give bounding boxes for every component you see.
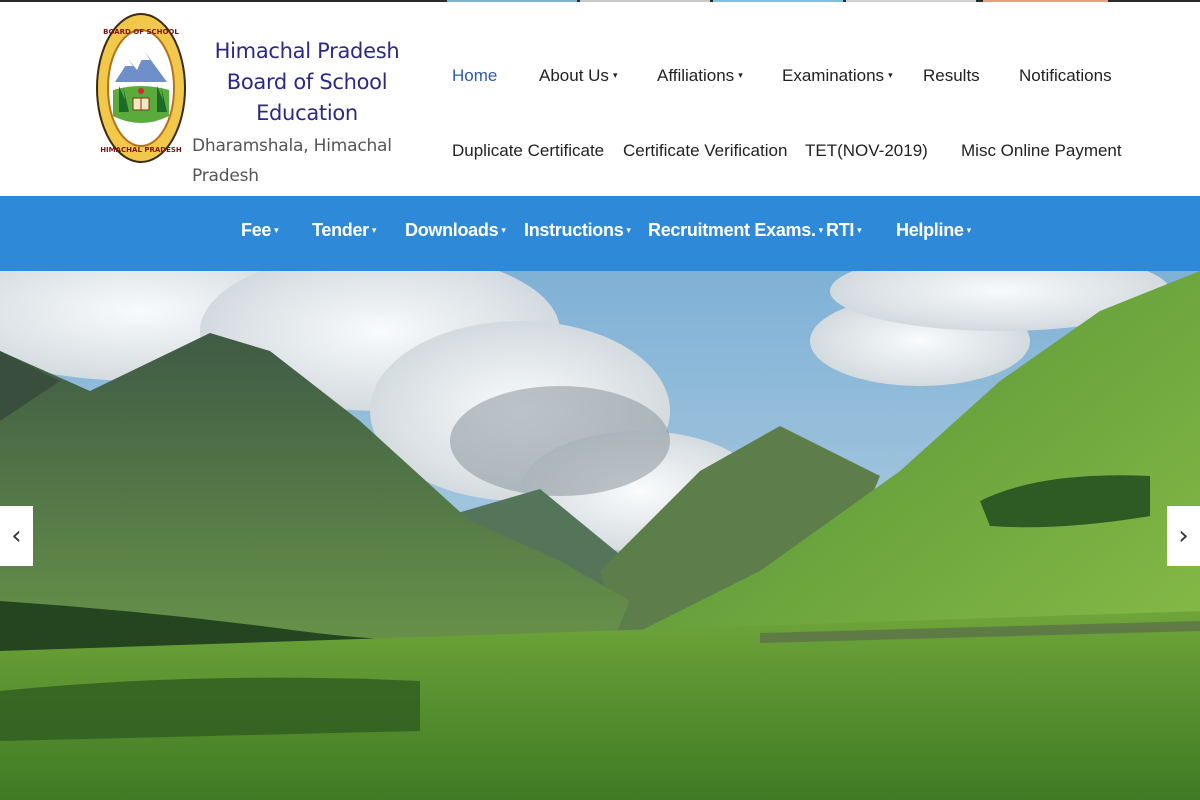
nav-duplicate-certificate[interactable]: Duplicate Certificate bbox=[452, 141, 604, 161]
brand-location: Dharamshala, Himachal Pradesh bbox=[192, 136, 392, 186]
nav-notifications-label: Notifications bbox=[1019, 66, 1112, 85]
chevron-left-icon: ‹ bbox=[11, 521, 22, 551]
slider-next-button[interactable]: › bbox=[1167, 506, 1200, 566]
hero-slider: ‹ › bbox=[0, 271, 1200, 800]
nav-results[interactable]: Results bbox=[923, 66, 980, 86]
menu-recruitment-exams-label: Recruitment Exams. bbox=[648, 220, 816, 240]
menu-fee[interactable]: Fee ▾ bbox=[241, 220, 279, 241]
nav-affiliations-label: Affiliations bbox=[657, 66, 735, 85]
svg-text:HIMACHAL PRADESH: HIMACHAL PRADESH bbox=[100, 146, 182, 154]
caret-down-icon: ▾ bbox=[612, 70, 618, 80]
menu-instructions[interactable]: Instructions ▾ bbox=[524, 220, 631, 241]
caret-down-icon: ▾ bbox=[371, 225, 377, 235]
hero-landscape-image bbox=[0, 271, 1200, 800]
caret-down-icon: ▾ bbox=[274, 225, 279, 235]
menu-downloads-label: Downloads bbox=[405, 220, 499, 240]
svg-text:BOARD OF SCHOOL: BOARD OF SCHOOL bbox=[103, 28, 179, 36]
slider-prev-button[interactable]: ‹ bbox=[0, 506, 33, 566]
menu-helpline-label: Helpline bbox=[896, 220, 964, 240]
menu-downloads[interactable]: Downloads ▾ bbox=[405, 220, 506, 241]
main-menu-bar: Fee ▾ Tender ▾ Downloads ▾ Instructions ▾ Re… bbox=[0, 196, 1200, 271]
nav-examinations[interactable]: Examinations ▾ bbox=[782, 66, 893, 86]
chevron-right-icon: › bbox=[1178, 521, 1189, 551]
nav-misc-online-payment-label: Misc Online Payment bbox=[961, 141, 1122, 160]
board-emblem-logo[interactable]: BOARD OF SCHOOL HIMACHAL PRADESH bbox=[95, 12, 187, 164]
menu-rti-label: RTI bbox=[826, 220, 855, 240]
caret-down-icon: ▾ bbox=[501, 225, 506, 235]
menu-helpline[interactable]: Helpline ▾ bbox=[896, 220, 971, 241]
menu-rti[interactable]: RTI ▾ bbox=[826, 220, 862, 241]
menu-tender[interactable]: Tender ▾ bbox=[312, 220, 376, 241]
menu-fee-label: Fee bbox=[241, 220, 272, 240]
caret-down-icon: ▾ bbox=[738, 70, 743, 80]
nav-tet[interactable]: TET(NOV-2019) bbox=[805, 141, 928, 161]
caret-down-icon: ▾ bbox=[966, 225, 972, 235]
menu-tender-label: Tender bbox=[312, 220, 369, 240]
nav-home-label: Home bbox=[452, 66, 498, 85]
nav-duplicate-certificate-label: Duplicate Certificate bbox=[452, 141, 605, 160]
nav-tet-label: TET(NOV-2019) bbox=[805, 141, 928, 160]
brand-title-line2: Board of School Education bbox=[226, 70, 388, 125]
nav-about-us-label: About Us bbox=[539, 66, 609, 85]
menu-recruitment-exams[interactable]: Recruitment Exams. ▾ bbox=[648, 220, 823, 241]
caret-down-icon: ▾ bbox=[626, 225, 631, 235]
nav-certificate-verification[interactable]: Certificate Verification bbox=[623, 141, 787, 161]
nav-examinations-label: Examinations bbox=[782, 66, 885, 85]
nav-home[interactable]: Home bbox=[452, 66, 497, 86]
nav-affiliations[interactable]: Affiliations ▾ bbox=[657, 66, 743, 86]
brand-block: Himachal Pradesh Board of School Educati… bbox=[192, 36, 422, 191]
menu-instructions-label: Instructions bbox=[524, 220, 624, 240]
nav-notifications[interactable]: Notifications bbox=[1019, 66, 1112, 86]
nav-misc-online-payment[interactable]: Misc Online Payment bbox=[961, 141, 1122, 161]
nav-results-label: Results bbox=[923, 66, 980, 85]
brand-title-line1: Himachal Pradesh bbox=[214, 39, 400, 63]
nav-certificate-verification-label: Certificate Verification bbox=[623, 141, 788, 160]
caret-down-icon: ▾ bbox=[888, 70, 893, 80]
caret-down-icon: ▾ bbox=[818, 225, 824, 235]
caret-down-icon: ▾ bbox=[857, 225, 862, 235]
site-header: BOARD OF SCHOOL HIMACHAL PRADESH Himacha… bbox=[0, 2, 1200, 196]
nav-about-us[interactable]: About Us ▾ bbox=[539, 66, 617, 86]
